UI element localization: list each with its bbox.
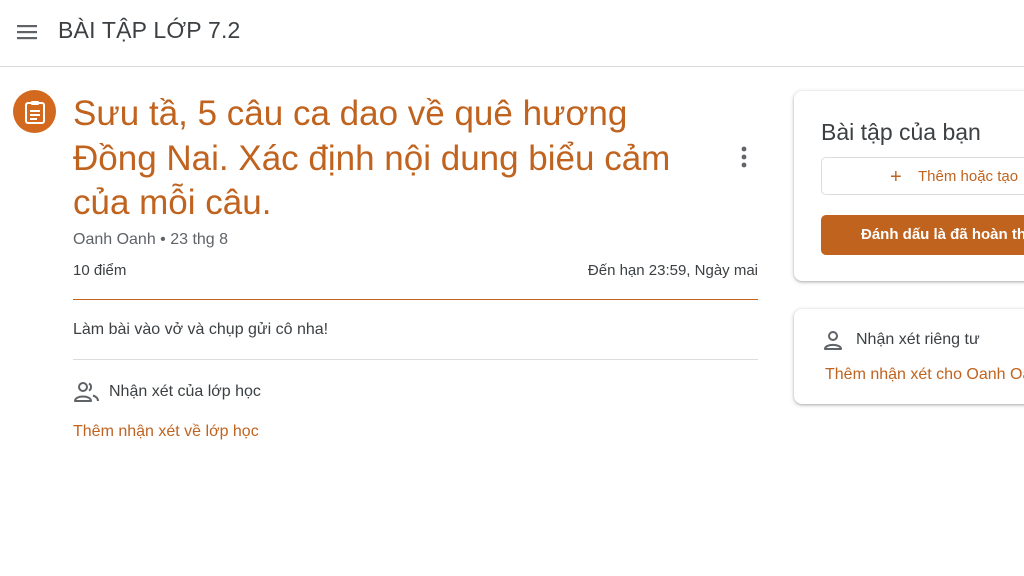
assignment-meta: Oanh Oanh • 23 thg 8 — [73, 231, 229, 248]
add-or-create-button[interactable]: + Thêm hoặc tạo — [821, 157, 1024, 195]
clipboard-icon — [13, 90, 56, 133]
plus-icon: + — [890, 166, 902, 188]
header-divider — [73, 299, 758, 300]
assignment-instructions: Làm bài vào vở và chụp gửi cô nha! — [73, 321, 329, 338]
assignment-points: 10 điểm — [73, 262, 127, 279]
people-icon — [73, 380, 101, 404]
add-or-create-label: Thêm hoặc tạo — [918, 168, 1019, 185]
top-app-bar: BÀI TẬP LỚP 7.2 — [0, 0, 1024, 67]
more-vert-icon[interactable] — [734, 144, 754, 170]
add-class-comment-link[interactable]: Thêm nhận xét về lớp học — [73, 423, 259, 441]
your-work-title: Bài tập của bạn — [821, 119, 981, 145]
assignment-due-date: Đến hạn 23:59, Ngày mai — [587, 262, 758, 279]
hamburger-menu-icon[interactable] — [14, 20, 40, 44]
instructions-divider — [73, 359, 758, 360]
add-private-comment-link[interactable]: Thêm nhận xét cho Oanh Oanh — [825, 366, 1024, 384]
assignment-title: Sưu tầ, 5 câu ca dao về quê hương Đồng N… — [73, 94, 671, 222]
class-title: BÀI TẬP LỚP 7.2 — [58, 17, 241, 43]
mark-as-done-button[interactable]: Đánh dấu là đã hoàn thành — [821, 215, 1024, 255]
class-comments-label: Nhận xét của lớp học — [109, 383, 261, 400]
private-comments-card: Nhận xét riêng tư Thêm nhận xét cho Oanh… — [794, 309, 1024, 404]
person-icon — [821, 328, 845, 352]
mark-as-done-label: Đánh dấu là đã hoàn thành — [861, 226, 1024, 243]
your-work-card: Bài tập của bạn + Thêm hoặc tạo Đánh dấu… — [794, 91, 1024, 281]
private-comments-label: Nhận xét riêng tư — [856, 331, 980, 348]
